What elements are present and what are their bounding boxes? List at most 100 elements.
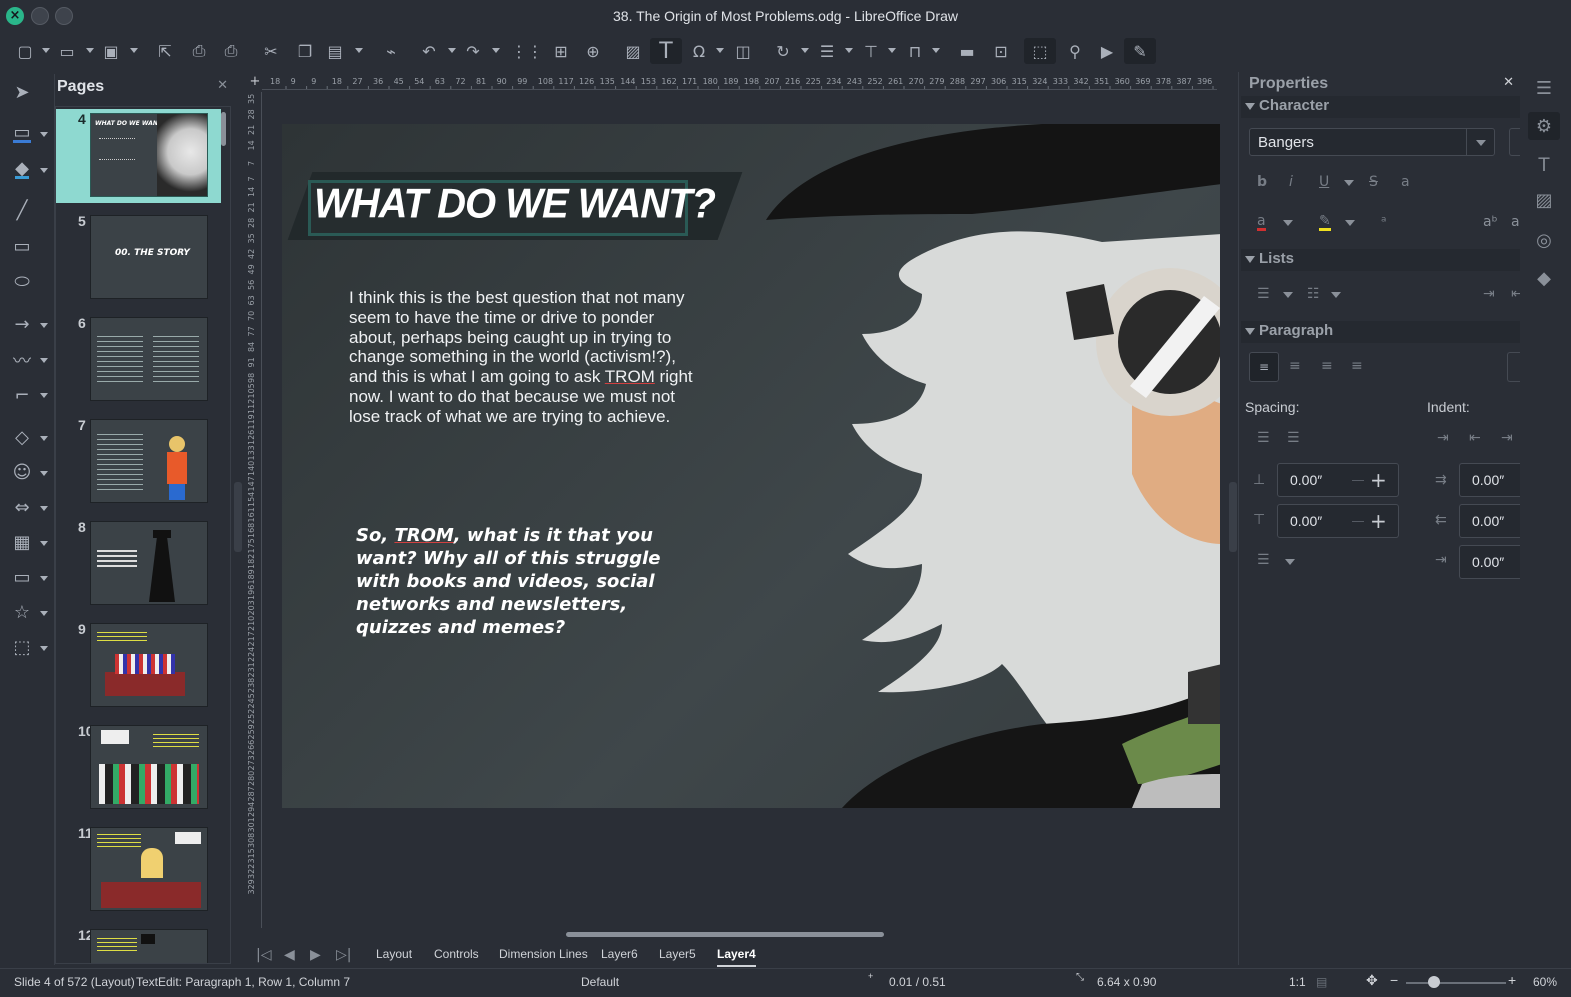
transformations-dropdown-icon[interactable] [801, 48, 809, 53]
font-color-icon[interactable]: a [1257, 214, 1266, 231]
increase-icon[interactable]: + [1370, 469, 1387, 491]
after-text-indent[interactable]: 0.00″ [1459, 504, 1521, 538]
align-right-icon[interactable]: ≡ [1321, 358, 1333, 374]
export-icon[interactable]: ⇱ [152, 38, 178, 64]
undo-dropdown-icon[interactable] [448, 48, 456, 53]
zoom-slider-handle[interactable] [1428, 976, 1440, 988]
lines-arrows-icon[interactable]: → [8, 310, 36, 338]
special-character-icon[interactable]: Ω [686, 38, 712, 64]
crop-icon[interactable]: ⊡ [988, 38, 1014, 64]
ellipse-tool-icon[interactable]: ⬭ [8, 267, 36, 295]
pages-scrollbar[interactable] [221, 112, 226, 146]
page-thumb-7[interactable]: 7 [56, 415, 221, 509]
toggle-extrusion-icon[interactable]: ▶ [1094, 38, 1120, 64]
callouts-dropdown-icon[interactable] [40, 576, 48, 581]
justify-icon[interactable]: ≡ [1351, 358, 1363, 374]
page-thumb-9[interactable]: 9 [56, 619, 221, 713]
print-icon[interactable]: ⎙ [218, 38, 244, 64]
distribute-icon[interactable]: ⊓ [902, 38, 928, 64]
tab-dimension-lines[interactable]: Dimension Lines [499, 947, 588, 961]
connectors-icon[interactable]: ⌐ [8, 381, 36, 409]
curves-dropdown-icon[interactable] [40, 358, 48, 363]
hanging-indent-icon[interactable]: ⇥ [1501, 430, 1513, 446]
3d-objects-dropdown-icon[interactable] [40, 646, 48, 651]
clone-formatting-icon[interactable]: ⌁ [378, 38, 404, 64]
align-center-icon[interactable]: ≡ [1289, 358, 1301, 374]
fill-color-dropdown-icon[interactable] [40, 168, 48, 173]
increase-spacing-icon[interactable]: ☰ [1257, 430, 1270, 446]
lists-section-header[interactable]: Lists [1241, 249, 1521, 271]
select-arrow-icon[interactable]: ➤ [8, 78, 36, 106]
bullet-list-dropdown-icon[interactable] [1283, 292, 1293, 298]
slide-question-text[interactable]: So, TROM, what is it that you want? Why … [356, 524, 676, 639]
shadow-icon[interactable]: ▬ [954, 38, 980, 64]
page-thumb-6[interactable]: 6 [56, 313, 221, 407]
transformations-icon[interactable]: ↻ [770, 38, 796, 64]
zoom-pan-icon[interactable]: ⊕ [580, 38, 606, 64]
properties-splitter[interactable] [1229, 482, 1237, 552]
drawing-canvas[interactable]: WHAT DO WE WANT? I think this is the bes… [262, 92, 1220, 928]
pages-splitter[interactable] [234, 482, 242, 552]
properties-close-icon[interactable]: ✕ [1503, 75, 1514, 90]
next-layer-icon[interactable]: ▶ [310, 947, 321, 963]
underline-icon[interactable]: U [1319, 174, 1329, 190]
properties-deck-icon[interactable]: ⚙ [1528, 112, 1560, 140]
italic-icon[interactable]: i [1289, 174, 1293, 190]
align-dropdown-icon[interactable] [845, 48, 853, 53]
tab-layer6[interactable]: Layer6 [601, 947, 638, 961]
symbol-shapes-icon[interactable]: ☺ [8, 458, 36, 486]
rectangle-tool-icon[interactable]: ▭ [8, 232, 36, 260]
scale-factor[interactable]: 1:1 [1289, 975, 1306, 989]
ruler-origin-icon[interactable]: + [248, 74, 262, 90]
before-text-indent[interactable]: 0.00″ [1459, 463, 1521, 497]
basic-shapes-icon[interactable]: ◇ [8, 423, 36, 451]
callouts-icon[interactable]: ▭ [8, 563, 36, 591]
shadow-text-icon[interactable]: a [1401, 174, 1410, 190]
new-dropdown-icon[interactable] [42, 48, 50, 53]
curves-polygons-icon[interactable]: 〰 [8, 346, 36, 374]
open-folder-icon[interactable]: ▭ [54, 38, 80, 64]
flowchart-dropdown-icon[interactable] [40, 541, 48, 546]
symbol-shapes-dropdown-icon[interactable] [40, 471, 48, 476]
vertical-ruler[interactable]: 3528211477142128354249566370778491981051… [248, 92, 262, 928]
superscript-icon[interactable]: aᵇ [1483, 214, 1498, 230]
numbered-list-dropdown-icon[interactable] [1331, 292, 1341, 298]
bold-icon[interactable]: b [1257, 174, 1267, 190]
cut-icon[interactable]: ✂ [258, 38, 284, 64]
zoom-level[interactable]: 60% [1533, 975, 1557, 989]
sidebar-menu-icon[interactable]: ☰ [1528, 74, 1560, 102]
special-character-dropdown-icon[interactable] [716, 48, 724, 53]
arrange-dropdown-icon[interactable] [888, 48, 896, 53]
first-line-indent[interactable]: 0.00″ [1459, 545, 1521, 579]
increase-indent-icon[interactable]: ⇥ [1437, 430, 1449, 446]
character-section-header[interactable]: Character [1241, 96, 1521, 118]
zoom-in-icon[interactable]: + [1508, 972, 1516, 988]
zoom-slider-track[interactable] [1406, 982, 1506, 984]
fit-slide-icon[interactable]: ✥ [1366, 972, 1378, 989]
insert-image-icon[interactable]: ▨ [620, 38, 646, 64]
fill-color-icon[interactable]: ◆ [8, 156, 36, 184]
styles-deck-icon[interactable]: Ｔ [1528, 150, 1560, 178]
paste-dropdown-icon[interactable] [355, 48, 363, 53]
decrease-spacing-icon[interactable]: ☰ [1287, 430, 1300, 446]
gallery-deck-icon[interactable]: ▨ [1528, 186, 1560, 214]
canvas-horizontal-scrollbar[interactable] [566, 932, 884, 937]
redo-dropdown-icon[interactable] [492, 48, 500, 53]
last-layer-icon[interactable]: ▷| [336, 947, 351, 963]
align-left-icon[interactable]: ≡ [1249, 352, 1279, 382]
shapes-deck-icon[interactable]: ◆ [1528, 264, 1560, 292]
grid-icon[interactable]: ⋮⋮ [511, 38, 543, 64]
insert-textbox-icon[interactable]: T [650, 38, 682, 64]
copy-icon[interactable]: ❐ [292, 38, 318, 64]
above-paragraph-spacing[interactable]: 0.00″ + [1277, 463, 1399, 497]
slide-title[interactable]: WHAT DO WE WANT? [314, 181, 716, 228]
stars-icon[interactable]: ☆ [8, 598, 36, 626]
navigator-deck-icon[interactable]: ◎ [1528, 226, 1560, 254]
3d-objects-icon[interactable]: ⬚ [8, 633, 36, 661]
pages-close-icon[interactable]: ✕ [217, 78, 228, 93]
increase-icon[interactable]: + [1370, 510, 1387, 532]
basic-shapes-dropdown-icon[interactable] [40, 436, 48, 441]
highlight-color-icon[interactable]: ✎ [1319, 214, 1331, 231]
tab-layer5[interactable]: Layer5 [659, 947, 696, 961]
glue-points-icon[interactable]: ⚲ [1062, 38, 1088, 64]
